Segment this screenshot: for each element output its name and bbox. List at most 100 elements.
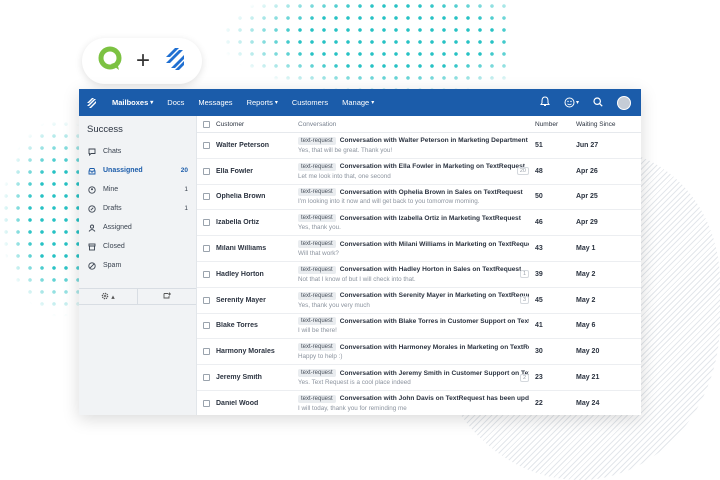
archive-icon: [88, 243, 97, 251]
conversation-tag[interactable]: text-request: [298, 317, 336, 326]
row-checkbox[interactable]: [203, 296, 210, 304]
conversation-tag[interactable]: text-request: [298, 291, 336, 300]
gear-icon: [101, 292, 109, 302]
waiting-since: May 20: [576, 348, 600, 356]
conversation-tag[interactable]: text-request: [298, 162, 336, 171]
sidebar-footer: ▴: [79, 288, 196, 305]
table-row[interactable]: Izabella Ortiz text-request Conversation w…: [197, 210, 641, 237]
conversation-preview: Happy to help :): [298, 353, 343, 361]
conversation-tag[interactable]: text-request: [298, 369, 336, 378]
new-conversation-button[interactable]: [138, 289, 196, 304]
table-row[interactable]: Walter Peterson text-request Conversation …: [197, 133, 641, 159]
conversation-tag[interactable]: text-request: [298, 240, 336, 249]
nav-customers[interactable]: Customers: [285, 89, 335, 116]
chevron-up-icon: ▴: [111, 293, 115, 301]
conversation-preview: Not that I know of but I will check into…: [298, 275, 416, 283]
sidebar-item-closed[interactable]: Closed: [79, 237, 196, 256]
nav-docs[interactable]: Docs: [160, 89, 191, 116]
conversation-tag[interactable]: text-request: [298, 265, 336, 274]
column-header-waiting-since[interactable]: Waiting Since: [576, 121, 641, 128]
waiting-since: Apr 29: [576, 219, 598, 227]
customer-name: Harmony Morales: [216, 348, 275, 356]
main-nav: Mailboxes ▾ Docs Messages Reports ▾ Custom…: [105, 89, 381, 116]
helpscout-window: Mailboxes ▾ Docs Messages Reports ▾ Custom…: [79, 89, 641, 415]
conversation-cell: text-request Conversation with Serenity M…: [298, 291, 535, 309]
textrequest-q-logo: [97, 46, 123, 77]
top-nav-bar: Mailboxes ▾ Docs Messages Reports ▾ Custom…: [79, 89, 641, 116]
waiting-since: Apr 26: [576, 167, 598, 175]
column-header-customer[interactable]: Customer: [216, 121, 298, 128]
table-row[interactable]: Hadley Horton text-request Conversation wi…: [197, 262, 641, 288]
conversation-tag[interactable]: text-request: [298, 343, 336, 352]
decorative-dots-top: [222, 0, 512, 95]
conversation-cell: text-request Conversation with Milani Wil…: [298, 240, 535, 257]
waiting-since: May 6: [576, 322, 596, 330]
sidebar-item-spam[interactable]: Spam: [79, 256, 196, 275]
customer-name: Milani Williams: [216, 245, 267, 253]
avatar[interactable]: [617, 95, 631, 110]
customer-name: Serenity Mayer: [216, 296, 266, 304]
table-row[interactable]: Ophelia Brown text-request Conversation wi…: [197, 185, 641, 211]
row-checkbox[interactable]: [203, 270, 210, 278]
table-row[interactable]: Daniel Wood text-request Conversation with…: [197, 391, 641, 415]
sidebar-item-drafts[interactable]: Drafts 1: [79, 199, 196, 218]
conversation-subject: Conversation with John Davis on TextRequ…: [339, 395, 529, 403]
conversation-cell: text-request Conversation with Hadley Hor…: [298, 265, 535, 283]
row-checkbox[interactable]: [203, 322, 210, 330]
select-all-checkbox[interactable]: [203, 120, 210, 128]
customer-name: Jeremy Smith: [216, 374, 262, 382]
sidebar-item-chats[interactable]: Chats: [79, 142, 196, 161]
conversation-number: 43: [535, 245, 543, 253]
bell-icon[interactable]: [540, 96, 550, 109]
table-row[interactable]: Ella Fowler text-request Conversation with…: [197, 159, 641, 185]
conversation-tag[interactable]: text-request: [298, 188, 336, 197]
row-checkbox[interactable]: [203, 348, 210, 356]
conversation-tag[interactable]: text-request: [298, 394, 336, 403]
conversation-subject: Conversation with Ophelia Brown in Sales…: [339, 188, 523, 196]
table-row[interactable]: Harmony Morales text-request Conversation …: [197, 339, 641, 366]
conversation-number: 48: [535, 167, 543, 175]
row-checkbox[interactable]: [203, 219, 210, 227]
thread-count-badge: 20: [516, 167, 529, 176]
sidebar-item-unassigned[interactable]: Unassigned 20: [79, 161, 196, 180]
row-checkbox[interactable]: [203, 141, 210, 149]
table-row[interactable]: Milani Williams text-request Conversation …: [197, 236, 641, 262]
sidebar-item-mine[interactable]: Mine 1: [79, 180, 196, 199]
table-row[interactable]: Blake Torres text-request Conversation wit…: [197, 314, 641, 340]
conversation-cell: text-request Conversation with Walter Pet…: [298, 136, 535, 154]
search-icon[interactable]: [593, 96, 603, 109]
conversation-tag[interactable]: text-request: [298, 214, 336, 223]
row-checkbox[interactable]: [203, 245, 210, 253]
conversation-number: 50: [535, 193, 543, 201]
nav-mailboxes[interactable]: Mailboxes ▾: [105, 89, 160, 116]
chat-bubble-icon: [88, 148, 97, 156]
column-header-number[interactable]: Number: [535, 121, 576, 128]
helpscout-brand-icon[interactable]: [79, 97, 105, 109]
row-checkbox[interactable]: [203, 399, 210, 407]
nav-messages[interactable]: Messages: [191, 89, 239, 116]
customer-name: Ophelia Brown: [216, 193, 266, 201]
conversation-preview: Yes, thank you very much: [298, 301, 370, 309]
sidebar-item-assigned[interactable]: Assigned: [79, 218, 196, 237]
conversation-subject: Conversation with Milani Williams in Mar…: [339, 240, 529, 248]
row-checkbox[interactable]: [203, 193, 210, 201]
conversation-subject: Conversation with Blake Torres in Custom…: [339, 317, 529, 325]
column-header-conversation[interactable]: Conversation: [298, 121, 535, 128]
conversation-subject: Conversation with Walter Peterson in Mar…: [339, 137, 528, 145]
conversation-subject: Conversation with Serenity Mayer in Mark…: [339, 292, 529, 300]
smiley-icon[interactable]: ▾: [564, 97, 579, 108]
table-row[interactable]: Jeremy Smith text-request Conversation wit…: [197, 365, 641, 391]
mailbox-settings-button[interactable]: ▴: [79, 289, 138, 304]
nav-reports[interactable]: Reports ▾: [240, 89, 285, 116]
conversation-cell: text-request Conversation with Jeremy Smi…: [298, 369, 535, 386]
nav-manage[interactable]: Manage ▾: [335, 89, 381, 116]
table-row[interactable]: Serenity Mayer text-request Conversation w…: [197, 288, 641, 314]
row-checkbox[interactable]: [203, 167, 210, 175]
row-checkbox[interactable]: [203, 374, 210, 382]
waiting-since: May 2: [576, 270, 596, 278]
new-chat-icon: [163, 292, 172, 302]
waiting-since: May 1: [576, 245, 596, 253]
conversation-tag[interactable]: text-request: [298, 136, 336, 145]
conversation-preview: Yes, that will be great. Thank you!: [298, 146, 393, 154]
customer-name: Izabella Ortiz: [216, 219, 260, 227]
